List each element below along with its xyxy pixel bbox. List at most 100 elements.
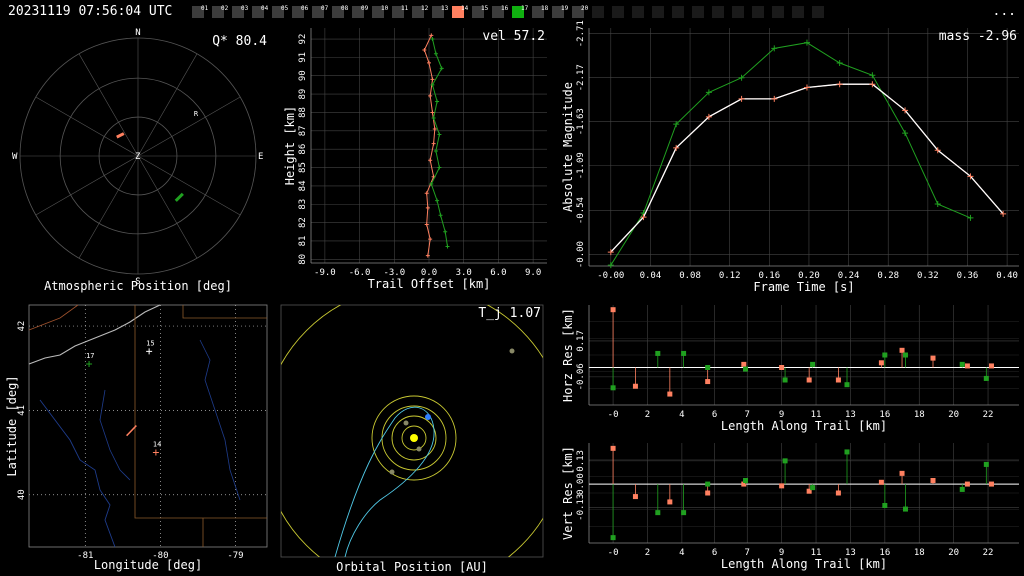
x-tick-label: 20 xyxy=(948,548,959,558)
meteoroid-orbit xyxy=(334,406,435,557)
annotation-atmos: Q* 80.4 xyxy=(212,34,267,49)
y-tick-label: 84 xyxy=(298,180,308,191)
y-tick-label: 42 xyxy=(17,321,27,332)
point-orange xyxy=(930,355,936,361)
point-green xyxy=(443,229,448,234)
point-green xyxy=(959,361,965,367)
point-orange xyxy=(967,173,974,180)
station-label-20: 20 xyxy=(581,5,589,12)
point-orange xyxy=(431,141,436,146)
point-orange xyxy=(427,60,431,65)
orbit-content xyxy=(281,305,543,557)
point-orange xyxy=(424,222,429,227)
station-label-11: 11 xyxy=(401,5,409,12)
x-tick-label: 0.40 xyxy=(996,271,1018,281)
point-green xyxy=(869,72,876,79)
direction-zenith: Z xyxy=(135,152,141,162)
x-tick-label: 7 xyxy=(745,548,750,558)
x-axis-label: Length Along Trail [km] xyxy=(721,557,887,571)
station-box-29 xyxy=(752,6,764,18)
point-green xyxy=(771,45,778,52)
menu-button[interactable]: ... xyxy=(993,4,1016,19)
earth-marker xyxy=(425,414,431,420)
river xyxy=(99,389,131,481)
planet-marker xyxy=(509,348,515,354)
x-tick-label: -3.0 xyxy=(383,268,405,278)
station-label-10: 10 xyxy=(381,5,389,12)
range-ring xyxy=(19,37,257,275)
chart-horz: -0 2 4 6 7 9 11 13 16 18 20 22 -0.06 0.17 Length Along… xyxy=(561,305,1019,433)
y-tick-label: -0.06 xyxy=(576,363,586,390)
station-box-25 xyxy=(672,6,684,18)
station-marker-15 xyxy=(146,348,153,355)
x-tick-label: 0.32 xyxy=(917,271,939,281)
point-green xyxy=(607,262,614,269)
point-green xyxy=(431,115,436,120)
point-green xyxy=(430,37,435,42)
x-tick-label: -79 xyxy=(227,551,243,561)
x-tick-label: 0.28 xyxy=(877,271,899,281)
y-tick-label: -0.00 xyxy=(576,241,586,268)
point-green xyxy=(902,130,909,137)
point-orange xyxy=(771,95,778,102)
x-tick-label: -81 xyxy=(77,551,93,561)
point-green xyxy=(438,213,443,218)
border-line xyxy=(28,304,79,331)
y-tick-label: 82 xyxy=(298,217,308,228)
y-tick-label: 88 xyxy=(298,107,308,118)
point-green xyxy=(810,361,816,367)
x-tick-label: -0 xyxy=(608,410,619,420)
point-green xyxy=(882,352,888,358)
y-axis-label: Horz Res [km] xyxy=(561,308,575,402)
planet-orbit xyxy=(401,425,427,451)
x-axis-label: Atmospheric Position [deg] xyxy=(44,279,232,293)
x-tick-label: 16 xyxy=(879,548,890,558)
planet-orbit xyxy=(381,405,447,471)
timestamp: 20231119 07:56:04 UTC xyxy=(8,4,173,19)
point-orange xyxy=(428,237,433,242)
x-tick-label: 11 xyxy=(811,548,822,558)
series-line-green xyxy=(430,38,448,247)
x-tick-label: 11 xyxy=(811,410,822,420)
y-tick-label: 92 xyxy=(298,34,308,45)
y-tick-label: -2.17 xyxy=(576,64,586,91)
point-green xyxy=(435,99,440,104)
planet-marker xyxy=(416,446,422,452)
point-orange xyxy=(705,490,711,496)
point-orange xyxy=(779,365,785,370)
point-orange xyxy=(428,158,433,163)
point-orange xyxy=(610,445,616,451)
x-tick-label: 2 xyxy=(645,548,650,558)
point-green xyxy=(681,510,687,516)
point-green xyxy=(705,89,712,96)
planet-marker xyxy=(389,469,395,475)
x-axis-label: Orbital Position [AU] xyxy=(336,560,488,574)
orbit-frame xyxy=(280,304,544,558)
point-green xyxy=(640,210,647,217)
station-marker-17 xyxy=(86,361,93,368)
station-label-13: 13 xyxy=(441,5,449,12)
point-orange xyxy=(425,205,430,210)
station-box-32 xyxy=(812,6,824,18)
y-tick-label: 40 xyxy=(17,489,27,500)
y-axis-label: Vert Res [km] xyxy=(561,446,575,540)
station-label-1: 01 xyxy=(201,5,209,12)
point-orange xyxy=(779,483,785,489)
x-tick-label: 0.16 xyxy=(758,271,780,281)
trail-green xyxy=(174,192,184,202)
station-box-31 xyxy=(792,6,804,18)
point-green xyxy=(902,506,908,512)
y-tick-label: 0.13 xyxy=(576,450,586,472)
station-label-16: 16 xyxy=(501,5,509,12)
station-label-14: 14 xyxy=(461,5,469,12)
point-green xyxy=(782,458,788,464)
point-green xyxy=(439,66,444,71)
point-green xyxy=(655,350,661,356)
planet-marker xyxy=(403,420,409,426)
azimuth-spoke xyxy=(78,155,139,259)
station-box-27 xyxy=(712,6,724,18)
point-green xyxy=(705,481,711,487)
point-orange xyxy=(430,77,435,82)
annotation-orbit: T_j 1.07 xyxy=(478,306,541,321)
point-orange xyxy=(431,174,436,179)
